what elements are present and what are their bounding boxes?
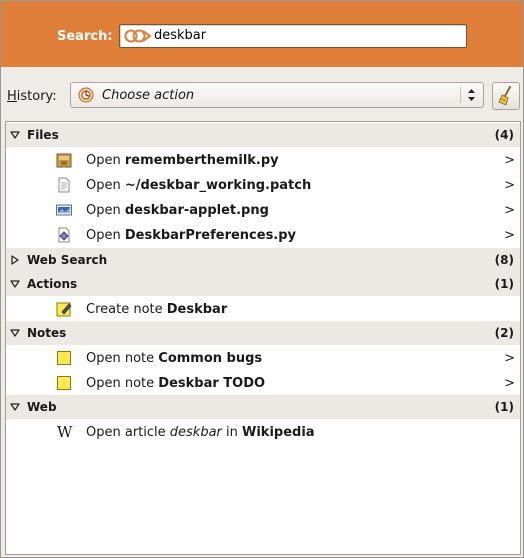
result-object: Wikipedia <box>242 425 315 440</box>
script-file-icon <box>58 227 70 243</box>
search-label: Search: <box>57 29 113 44</box>
result-object: Deskbar <box>166 302 228 317</box>
result-verb: Open <box>86 203 125 218</box>
category-notes[interactable]: Notes (2) <box>6 321 520 345</box>
result-item[interactable]: Open note Common bugs > <box>6 346 520 371</box>
category-count: (8) <box>494 253 514 267</box>
history-label-rest: istory: <box>16 89 57 104</box>
search-field[interactable] <box>119 24 467 48</box>
category-files[interactable]: Files (4) <box>6 123 520 147</box>
more-actions-arrow[interactable]: > <box>504 203 515 218</box>
category-web-search[interactable]: Web Search (8) <box>6 248 520 272</box>
note-icon <box>57 376 71 390</box>
more-actions-arrow[interactable]: > <box>504 178 515 193</box>
category-name: Web <box>27 400 57 414</box>
result-object: DeskbarPreferences.py <box>124 228 297 243</box>
combo-separator <box>460 87 461 103</box>
combo-updown-icon <box>468 89 475 101</box>
image-file-icon <box>56 204 72 216</box>
category-name: Web Search <box>27 253 108 267</box>
result-item[interactable]: Create note Deskbar <box>6 297 520 322</box>
deskbar-logo-icon <box>124 29 151 43</box>
clear-history-button[interactable] <box>492 82 520 110</box>
results-list[interactable]: Files (4) Open rememberthemilk.py > Open… <box>5 121 521 555</box>
expander-open-icon <box>10 280 20 288</box>
result-verb: Open <box>86 153 125 168</box>
result-verb: Open note <box>86 351 159 366</box>
more-actions-arrow[interactable]: > <box>504 153 515 168</box>
result-connector: in <box>221 425 243 440</box>
result-item[interactable]: Open ~/deskbar_working.patch > <box>6 173 520 198</box>
wikipedia-icon: W <box>57 423 73 441</box>
action-icon <box>78 87 94 103</box>
result-verb: Open <box>86 178 125 193</box>
history-label: History: <box>7 89 57 104</box>
history-label-accel: H <box>7 89 17 104</box>
expander-open-icon <box>10 131 20 139</box>
result-object: Common bugs <box>158 351 263 366</box>
more-actions-arrow[interactable]: > <box>504 228 515 243</box>
more-actions-arrow[interactable]: > <box>504 351 515 366</box>
category-name: Files <box>27 128 59 142</box>
result-verb: Open <box>86 228 125 243</box>
result-item[interactable]: Open rememberthemilk.py > <box>6 148 520 173</box>
category-count: (4) <box>494 128 514 142</box>
result-object: Deskbar TODO <box>158 376 266 391</box>
result-item[interactable]: Open DeskbarPreferences.py > <box>6 223 520 248</box>
category-actions[interactable]: Actions (1) <box>6 272 520 296</box>
expander-open-icon <box>10 403 20 411</box>
more-actions-arrow[interactable]: > <box>504 376 515 391</box>
result-object: deskbar-applet.png <box>124 203 269 218</box>
expander-closed-icon <box>11 255 19 265</box>
text-file-icon <box>58 177 70 193</box>
category-count: (1) <box>494 277 514 291</box>
result-item[interactable]: W Open article deskbar in Wikipedia <box>6 420 520 445</box>
result-object: rememberthemilk.py <box>124 153 279 168</box>
note-edit-icon <box>56 302 72 317</box>
result-verb: Open article <box>86 425 170 440</box>
category-name: Notes <box>27 326 67 340</box>
result-object: ~/deskbar_working.patch <box>124 178 312 193</box>
deskbar-window: Search: History: Choose action <box>0 0 524 558</box>
history-selected-value: Choose action <box>102 88 195 103</box>
result-item[interactable]: Open note Deskbar TODO > <box>6 371 520 396</box>
python-file-icon <box>56 153 72 168</box>
expander-open-icon <box>10 329 20 337</box>
result-query: deskbar <box>169 425 222 440</box>
search-input[interactable] <box>154 26 454 44</box>
category-name: Actions <box>27 277 78 291</box>
result-verb: Create note <box>86 302 167 317</box>
search-banner: Search: <box>1 1 523 67</box>
history-combobox[interactable]: Choose action <box>70 82 484 108</box>
broom-icon <box>498 86 511 106</box>
result-item[interactable]: Open deskbar-applet.png > <box>6 198 520 223</box>
result-verb: Open note <box>86 376 159 391</box>
category-count: (2) <box>494 326 514 340</box>
note-icon <box>57 351 71 365</box>
category-web[interactable]: Web (1) <box>6 395 520 419</box>
category-count: (1) <box>494 400 514 414</box>
